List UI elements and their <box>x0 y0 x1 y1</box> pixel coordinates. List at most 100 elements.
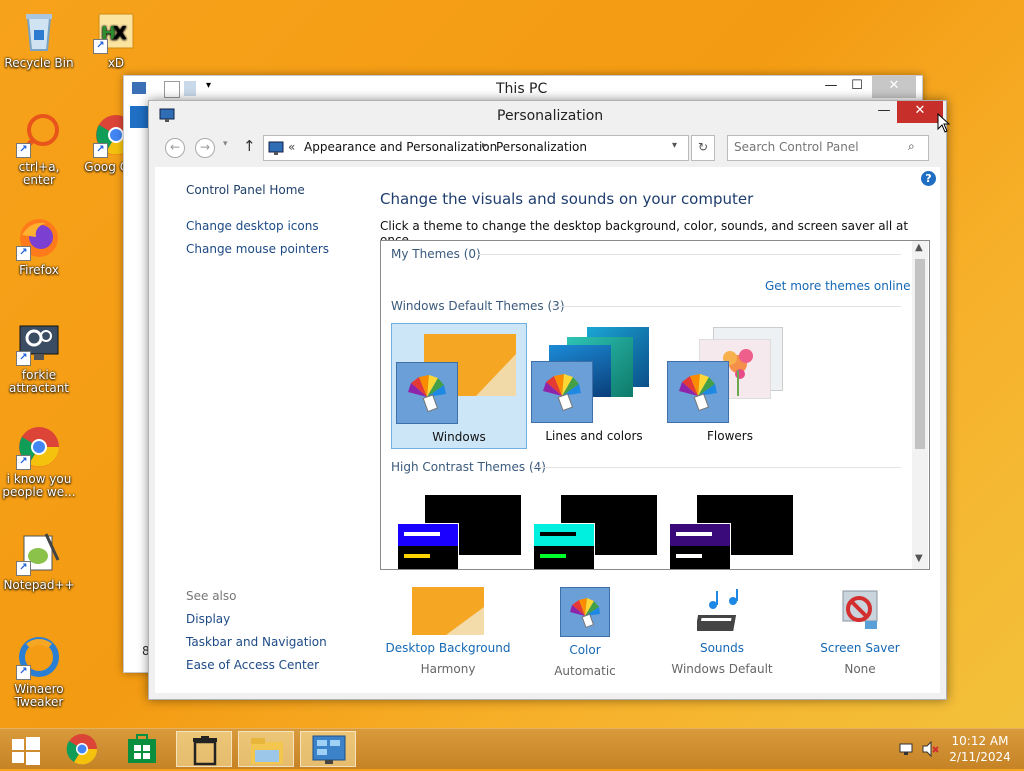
windows-default-themes-heading: Windows Default Themes (3) <box>391 299 565 313</box>
desktop-icon-label: Firefox <box>19 263 59 277</box>
this-pc-close-button[interactable]: ✕ <box>872 76 916 98</box>
search-box[interactable]: ⌕ <box>727 135 929 161</box>
theme-flowers[interactable]: Flowers <box>663 323 797 447</box>
scrollbar-thumb[interactable] <box>915 259 925 449</box>
color-palette-icon <box>667 361 729 423</box>
theme-windows[interactable]: Windows <box>391 323 527 449</box>
shortcut-arrow-icon: ↗ <box>16 351 31 366</box>
search-icon[interactable]: ⌕ <box>908 139 915 154</box>
hc2-preview <box>533 523 595 569</box>
window-title: Personalization <box>497 108 604 124</box>
magnifier-icon: ↗ <box>16 112 62 158</box>
scroll-down-icon[interactable]: ▼ <box>915 553 923 564</box>
taskbar-store[interactable] <box>114 731 170 767</box>
desktop-icon-chrome-2[interactable]: ↗ i know you people we... <box>1 424 77 499</box>
desktop-icon-label: xD <box>107 56 125 70</box>
screen-saver-value: None <box>844 662 876 676</box>
theme-high-contrast-1[interactable] <box>391 481 525 569</box>
display-link[interactable]: Display <box>186 612 230 626</box>
this-pc-titlebar[interactable]: ▾ This PC — ☐ ✕ <box>124 76 922 102</box>
address-dropdown-icon[interactable]: ▾ <box>672 140 677 151</box>
color-title[interactable]: Color <box>520 643 650 657</box>
forward-button[interactable]: → <box>195 138 215 158</box>
screen-saver-item[interactable]: Screen Saver None <box>795 587 925 676</box>
volume-muted-icon[interactable] <box>921 740 939 760</box>
taskbar-navigation-link[interactable]: Taskbar and Navigation <box>186 635 327 649</box>
theme-gallery[interactable]: My Themes (0) Get more themes online Win… <box>380 240 930 570</box>
new-folder-icon[interactable] <box>184 81 196 96</box>
desktop-background-title[interactable]: Desktop Background <box>383 641 513 655</box>
svg-text:X: X <box>113 23 127 44</box>
screen-saver-title[interactable]: Screen Saver <box>795 641 925 655</box>
clock-time[interactable]: 10:12 AM <box>948 734 1012 748</box>
control-panel-icon <box>268 140 284 159</box>
recent-pages-dropdown-icon[interactable]: ▾ <box>223 139 228 149</box>
start-button[interactable] <box>0 731 56 767</box>
desktop-icon-firefox[interactable]: ↗ Firefox <box>1 215 77 277</box>
breadcrumb-personalization[interactable]: Personalization <box>496 140 587 154</box>
desktop-icon-xd[interactable]: HX ↗ xD <box>78 8 154 70</box>
shortcut-arrow-icon: ↗ <box>93 39 108 54</box>
theme-high-contrast-3[interactable] <box>663 481 797 569</box>
personalization-titlebar[interactable]: Personalization — ✕ <box>149 101 946 131</box>
this-pc-title: This PC <box>496 81 548 97</box>
theme-lines-label: Lines and colors <box>545 429 643 443</box>
desktop-icon-winaero[interactable]: ↗ Winaero Tweaker <box>1 634 77 709</box>
scroll-up-icon[interactable]: ▲ <box>915 242 923 253</box>
back-button[interactable]: ← <box>165 138 185 158</box>
notepadpp-icon: ↗ <box>16 530 62 576</box>
navigation-bar: ← → ▾ ↑ « Appearance and Personalization… <box>163 135 933 161</box>
divider <box>477 254 901 255</box>
high-contrast-themes-heading: High Contrast Themes (4) <box>391 460 546 474</box>
change-desktop-icons-link[interactable]: Change desktop icons <box>186 219 319 233</box>
taskbar-chrome[interactable] <box>54 731 110 767</box>
theme-high-contrast-2[interactable] <box>527 481 661 569</box>
theme-lines-and-colors[interactable]: Lines and colors <box>527 323 661 447</box>
desktop-icon-forkie[interactable]: ↗ forkie attractant <box>1 320 77 395</box>
desktop-icon-notepadpp[interactable]: ↗ Notepad++ <box>1 530 77 592</box>
this-pc-maximize-button[interactable]: ☐ <box>842 76 872 98</box>
network-icon[interactable] <box>898 741 914 760</box>
quick-access-dropdown-icon[interactable]: ▾ <box>206 80 211 91</box>
change-mouse-pointers-link[interactable]: Change mouse pointers <box>186 242 329 256</box>
shortcut-arrow-icon: ↗ <box>16 143 31 158</box>
personalization-window[interactable]: Personalization — ✕ ← → ▾ ↑ « Appearance… <box>148 100 947 700</box>
shortcut-arrow-icon: ↗ <box>16 561 31 576</box>
get-more-themes-link[interactable]: Get more themes online <box>765 279 911 293</box>
divider <box>531 467 901 468</box>
help-icon[interactable]: ? <box>921 171 936 186</box>
taskbar-control-panel[interactable] <box>300 731 356 767</box>
sounds-title[interactable]: Sounds <box>657 641 787 655</box>
desktop-icon-recycle-bin[interactable]: Recycle Bin <box>1 8 77 70</box>
breadcrumb-separator[interactable]: ▸ <box>482 140 487 151</box>
chrome-icon: ↗ <box>16 424 62 470</box>
color-palette-icon <box>560 587 610 637</box>
screen-saver-icon <box>835 587 885 635</box>
ease-of-access-link[interactable]: Ease of Access Center <box>186 658 319 672</box>
hc3-preview <box>669 523 731 569</box>
address-overflow[interactable]: « <box>288 140 295 154</box>
refresh-button[interactable]: ↻ <box>691 135 715 161</box>
color-item[interactable]: Color Automatic <box>520 587 650 678</box>
sounds-item[interactable]: Sounds Windows Default <box>657 587 787 676</box>
taskbar-recycle[interactable] <box>176 731 232 767</box>
desktop-icon-ctrl-a[interactable]: ↗ ctrl+a, enter <box>1 112 77 187</box>
firefox-icon: ↗ <box>16 215 62 261</box>
taskbar: 10:12 AM 2/11/2024 <box>0 728 1024 769</box>
up-button[interactable]: ↑ <box>243 137 256 155</box>
search-input[interactable] <box>732 139 906 155</box>
gallery-scrollbar[interactable]: ▲ ▼ <box>912 241 928 569</box>
address-bar[interactable]: « Appearance and Personalization ▸ Perso… <box>263 135 689 161</box>
breadcrumb-appearance[interactable]: Appearance and Personalization <box>304 140 497 154</box>
control-panel-home-link[interactable]: Control Panel Home <box>186 183 305 197</box>
my-themes-heading: My Themes (0) <box>391 247 481 261</box>
shortcut-arrow-icon: ↗ <box>16 665 31 680</box>
properties-icon[interactable] <box>164 81 180 98</box>
sounds-value: Windows Default <box>671 662 773 676</box>
desktop-icon-label: Recycle Bin <box>4 56 74 70</box>
taskbar-file-explorer[interactable] <box>238 731 294 767</box>
desktop-background-item[interactable]: Desktop Background Harmony <box>383 587 513 676</box>
this-pc-ribbon-tab[interactable] <box>130 106 150 128</box>
clock-date[interactable]: 2/11/2024 <box>948 750 1012 764</box>
color-palette-icon <box>396 362 458 424</box>
